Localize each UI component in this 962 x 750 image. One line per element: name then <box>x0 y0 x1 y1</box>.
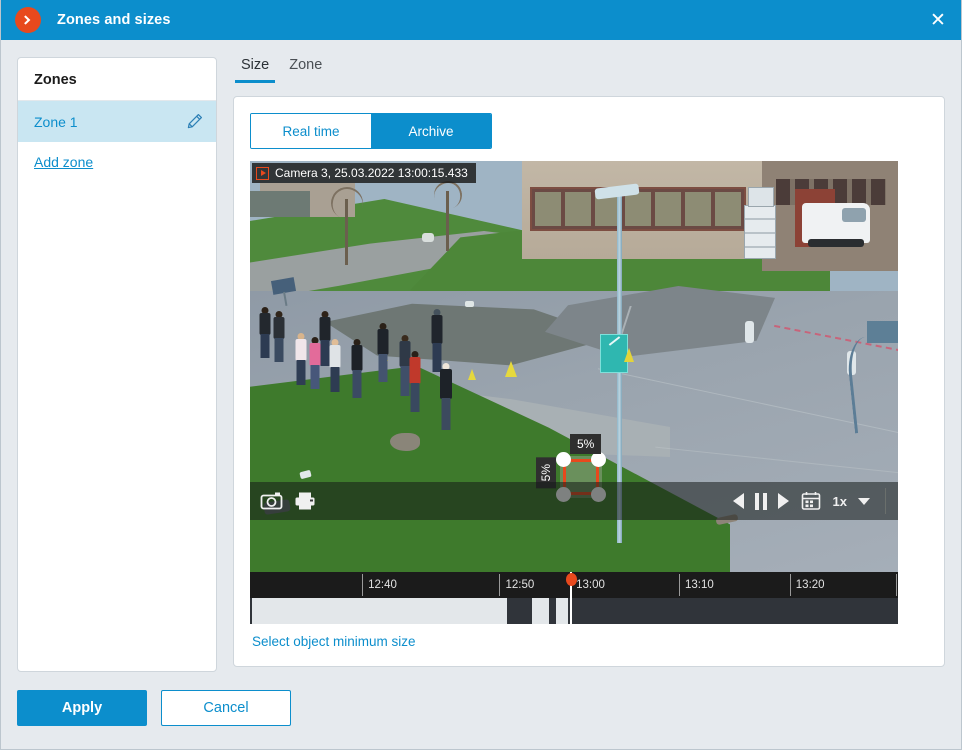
close-icon[interactable]: ✕ <box>915 0 961 40</box>
size-handle-top-right[interactable] <box>591 452 606 467</box>
timeline-tick: 13:10 <box>678 574 714 596</box>
chevron-down-icon[interactable] <box>858 497 870 505</box>
scene-person <box>350 339 364 399</box>
zone-list-item[interactable]: Zone 1 <box>18 101 216 142</box>
scene-sign-right <box>867 321 898 343</box>
playback-speed-value[interactable]: 1x <box>833 494 847 509</box>
play-record-icon <box>256 166 269 180</box>
pause-icon[interactable] <box>754 492 767 510</box>
step-back-icon[interactable] <box>732 493 744 509</box>
scene-van <box>802 203 870 247</box>
timeline[interactable]: 12:40 12:50 13:00 13:10 13:20 <box>250 572 898 624</box>
printer-icon[interactable] <box>294 491 316 511</box>
scene-info-sign <box>600 334 628 373</box>
controls-divider <box>885 488 886 514</box>
camera-icon[interactable] <box>260 491 284 511</box>
timeline-recorded-segment <box>251 598 508 624</box>
tab-bar: Size Zone <box>233 57 945 83</box>
zones-panel: Zones Zone 1 Add zone <box>17 57 217 672</box>
chevron-right-circle-icon <box>15 7 41 33</box>
timeline-tick-end <box>896 574 902 596</box>
play-icon[interactable] <box>777 493 789 509</box>
toggle-archive[interactable]: Archive <box>371 114 491 148</box>
title-bar: Zones and sizes ✕ <box>1 0 961 40</box>
pencil-icon[interactable] <box>184 112 204 132</box>
timeline-playhead-handle[interactable] <box>565 573 577 586</box>
page-title: Zones and sizes <box>57 12 171 28</box>
size-handle-top-left[interactable] <box>556 452 571 467</box>
scene-railing <box>845 333 898 434</box>
scene-tree-2 <box>446 191 449 251</box>
size-panel: Real time Archive Camera 3, 25.03.2022 1… <box>233 96 945 667</box>
timeline-recorded-segment <box>555 598 569 624</box>
add-zone-row: Add zone <box>18 142 216 172</box>
player-controls: 1x <box>250 482 898 520</box>
scene-tree-1 <box>345 199 348 265</box>
scene-rock <box>390 433 420 451</box>
content-area: Size Zone Real time Archive Camera 3, 25… <box>233 57 945 667</box>
scene-crates <box>744 205 776 259</box>
video-player: Camera 3, 25.03.2022 13:00:15.433 5% 5% … <box>250 161 898 624</box>
scene-person <box>328 339 342 393</box>
scene-person <box>376 323 390 383</box>
tab-zone[interactable]: Zone <box>283 57 328 83</box>
scene-debris-4 <box>465 301 474 307</box>
tab-size[interactable]: Size <box>235 57 276 83</box>
scene-person <box>272 311 286 363</box>
add-zone-link[interactable]: Add zone <box>34 154 93 170</box>
timeline-tick: 12:40 <box>362 574 397 596</box>
zones-and-sizes-dialog: Zones and sizes ✕ Zones Zone 1 Add zone <box>0 0 962 750</box>
dialog-footer: Apply Cancel <box>1 667 961 749</box>
scene-crate-top <box>748 187 774 207</box>
scene-person <box>408 351 422 413</box>
size-width-label: 5% <box>570 434 602 454</box>
timeline-tick: 13:20 <box>789 574 825 596</box>
scene-person <box>258 307 272 359</box>
video-surface[interactable]: Camera 3, 25.03.2022 13:00:15.433 5% 5% … <box>250 161 898 572</box>
select-min-size-link[interactable]: Select object minimum size <box>250 624 928 649</box>
timeline-recorded-segment <box>531 598 549 624</box>
timeline-track[interactable] <box>250 598 898 624</box>
player-controls-right: 1x <box>732 488 888 514</box>
zones-panel-header: Zones <box>18 58 216 101</box>
video-overlay-label: Camera 3, 25.03.2022 13:00:15.433 <box>252 163 476 183</box>
toggle-real-time[interactable]: Real time <box>251 114 371 148</box>
scene-structure-left <box>250 191 310 217</box>
cancel-button[interactable]: Cancel <box>161 690 291 726</box>
zone-list-item-label: Zone 1 <box>34 113 78 130</box>
scene-debris-5 <box>422 233 434 242</box>
timeline-tick: 12:50 <box>499 574 534 596</box>
apply-button[interactable]: Apply <box>17 690 147 726</box>
dialog-body: Zones Zone 1 Add zone Size Zone Real tim… <box>1 40 961 672</box>
scene-person <box>438 363 453 431</box>
calendar-icon[interactable] <box>800 490 822 512</box>
video-overlay-text: Camera 3, 25.03.2022 13:00:15.433 <box>275 166 468 180</box>
source-toggle: Real time Archive <box>250 113 492 149</box>
scene-person <box>294 333 308 385</box>
scene-bollard-1 <box>745 321 754 343</box>
player-controls-left <box>260 491 316 511</box>
